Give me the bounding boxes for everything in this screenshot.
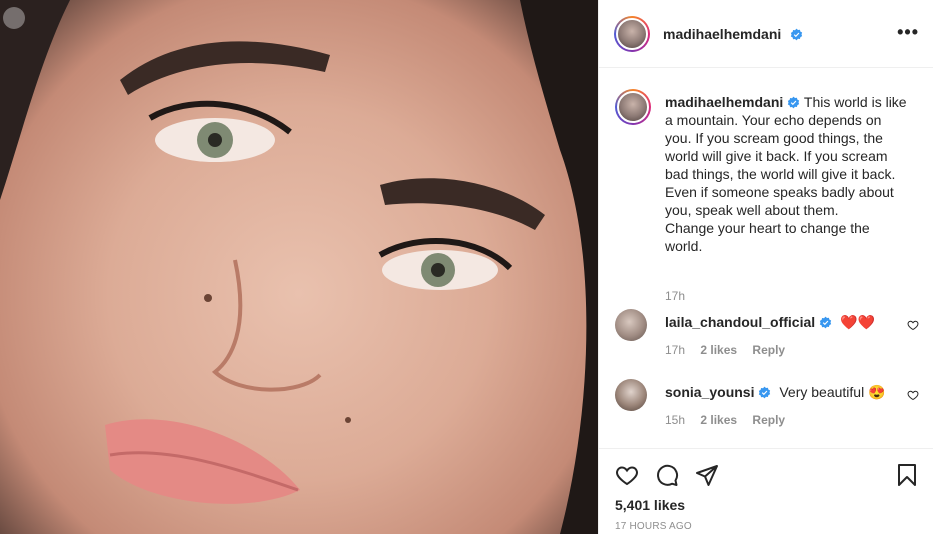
like-comment-heart-icon[interactable]: [907, 389, 919, 401]
comment-icon[interactable]: [655, 463, 679, 487]
caption-line: Even if someone speaks badly about: [665, 184, 894, 200]
reply-button[interactable]: Reply: [752, 343, 785, 357]
comment-line: laila_chandoul_official ❤️❤️: [665, 313, 875, 331]
caption-line: world.: [665, 238, 703, 254]
author-avatar[interactable]: [614, 16, 650, 52]
caption-username[interactable]: madihaelhemdani: [665, 94, 783, 110]
heart-icon[interactable]: [615, 463, 639, 487]
caption-line: a mountain. Your echo depends on: [665, 112, 882, 128]
comment-meta: 17h 2 likes Reply: [665, 343, 797, 357]
caption-line: Change your heart to change the: [665, 220, 870, 236]
more-options-icon[interactable]: •••: [897, 23, 919, 41]
caption-line: bad things, the world will give it back.: [665, 166, 896, 182]
reply-button[interactable]: Reply: [752, 413, 785, 427]
verified-badge-icon: [790, 28, 802, 41]
comment-likes[interactable]: 2 likes: [700, 343, 737, 357]
commenter-avatar[interactable]: [615, 379, 647, 411]
comment-item: laila_chandoul_official ❤️❤️ 17h 2 likes…: [615, 309, 919, 365]
post-header: madihaelhemdani •••: [599, 0, 933, 68]
caption-text: madihaelhemdani This world is like a mou…: [665, 93, 915, 255]
comment-time[interactable]: 15h: [665, 413, 685, 427]
comment-text: ❤️❤️: [840, 314, 875, 330]
likes-count[interactable]: 5,401 likes: [615, 497, 685, 513]
comment-time[interactable]: 17h: [665, 343, 685, 357]
like-comment-heart-icon[interactable]: [907, 319, 919, 331]
caption-line: This world is like: [803, 94, 907, 110]
caption-line: world will give it back. If you scream: [665, 148, 888, 164]
caption-line: you, speak well about them.: [665, 202, 839, 218]
commenter-username[interactable]: laila_chandoul_official: [665, 314, 815, 330]
comment-item: sonia_younsi Very beautiful 😍 15h 2 like…: [615, 379, 919, 435]
verified-badge-icon: [788, 96, 800, 109]
commenter-avatar[interactable]: [615, 309, 647, 341]
comment-line: sonia_younsi Very beautiful 😍: [665, 383, 886, 401]
caption-author-avatar[interactable]: [615, 89, 651, 125]
post-photo[interactable]: [0, 0, 598, 534]
comment-likes[interactable]: 2 likes: [700, 413, 737, 427]
commenter-username[interactable]: sonia_younsi: [665, 384, 754, 400]
portrait-image: [0, 0, 598, 534]
caption-line: you. If you scream good things, the: [665, 130, 883, 146]
author-name-row: madihaelhemdani: [663, 26, 803, 44]
author-username[interactable]: madihaelhemdani: [663, 26, 781, 42]
caption-time[interactable]: 17h: [665, 289, 685, 303]
comment-text: Very beautiful 😍: [779, 384, 886, 400]
bookmark-icon[interactable]: [895, 463, 919, 487]
verified-badge-icon: [820, 316, 832, 329]
comment-meta: 15h 2 likes Reply: [665, 413, 797, 427]
comments-area: madihaelhemdani This world is like a mou…: [599, 69, 933, 449]
post-actions: 5,401 likes 17 HOURS AGO: [599, 448, 933, 534]
post-detail-panel: madihaelhemdani ••• madihaelhemdani This…: [599, 0, 933, 534]
post-timestamp[interactable]: 17 HOURS AGO: [615, 521, 692, 532]
verified-badge-icon: [759, 386, 771, 399]
paper-plane-icon[interactable]: [695, 463, 719, 487]
